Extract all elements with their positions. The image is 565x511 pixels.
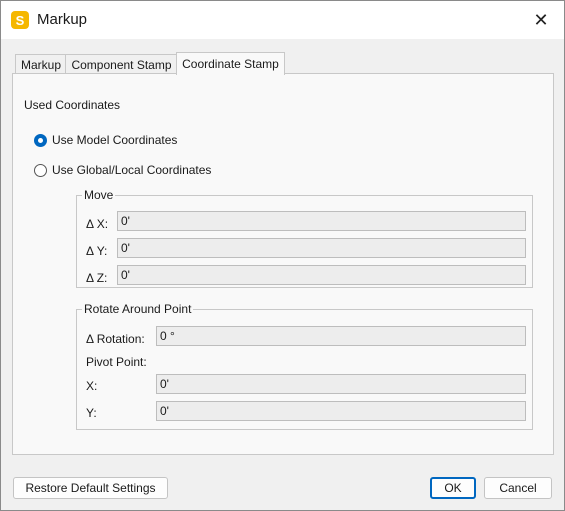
- pivot-x-field[interactable]: 0': [156, 374, 526, 394]
- markup-dialog: S Markup ✕ Markup Component Stamp Coordi…: [0, 0, 565, 511]
- delta-z-label: Δ Z:: [86, 271, 108, 285]
- move-group-title: Move: [82, 188, 116, 202]
- delta-rotation-field[interactable]: 0 °: [156, 326, 526, 346]
- tab-component-stamp[interactable]: Component Stamp: [65, 54, 178, 74]
- tab-coordinate-stamp[interactable]: Coordinate Stamp: [176, 52, 285, 75]
- model-coordinates-radio[interactable]: [34, 133, 47, 147]
- pivot-y-field[interactable]: 0': [156, 401, 526, 421]
- global-local-coordinates-radio[interactable]: [34, 163, 47, 177]
- rotate-around-point-group: Rotate Around Point Δ Rotation: 0 ° Pivo…: [76, 302, 533, 430]
- close-button[interactable]: ✕: [518, 1, 564, 39]
- tab-markup[interactable]: Markup: [15, 54, 67, 74]
- restore-default-settings-button[interactable]: Restore Default Settings: [13, 477, 168, 499]
- delta-y-field[interactable]: 0': [117, 238, 526, 258]
- delta-rotation-label: Δ Rotation:: [86, 332, 145, 346]
- app-logo-icon: S: [11, 11, 29, 29]
- delta-x-label: Δ X:: [86, 217, 109, 231]
- cancel-button[interactable]: Cancel: [484, 477, 552, 499]
- used-coordinates-label: Used Coordinates: [24, 98, 121, 112]
- pivot-x-label: X:: [86, 379, 98, 393]
- model-coordinates-label: Use Model Coordinates: [52, 133, 178, 147]
- window-title: Markup: [37, 11, 88, 28]
- global-local-coordinates-option[interactable]: Use Global/Local Coordinates: [34, 163, 211, 177]
- delta-x-field[interactable]: 0': [117, 211, 526, 231]
- pivot-point-label: Pivot Point:: [86, 355, 147, 369]
- delta-y-label: Δ Y:: [86, 244, 108, 258]
- ok-button[interactable]: OK: [430, 477, 476, 499]
- coordinate-stamp-panel: Used Coordinates Use Model Coordinates U…: [12, 73, 554, 455]
- global-local-coordinates-label: Use Global/Local Coordinates: [52, 163, 212, 177]
- move-group: Move Δ X: 0' Δ Y: 0' Δ Z: 0': [76, 188, 533, 288]
- pivot-y-label: Y:: [86, 406, 97, 420]
- model-coordinates-option[interactable]: Use Model Coordinates: [34, 133, 177, 147]
- title-bar: S Markup ✕: [1, 1, 564, 39]
- delta-z-field[interactable]: 0': [117, 265, 526, 285]
- close-icon: ✕: [533, 9, 549, 30]
- rotate-group-title: Rotate Around Point: [82, 302, 194, 316]
